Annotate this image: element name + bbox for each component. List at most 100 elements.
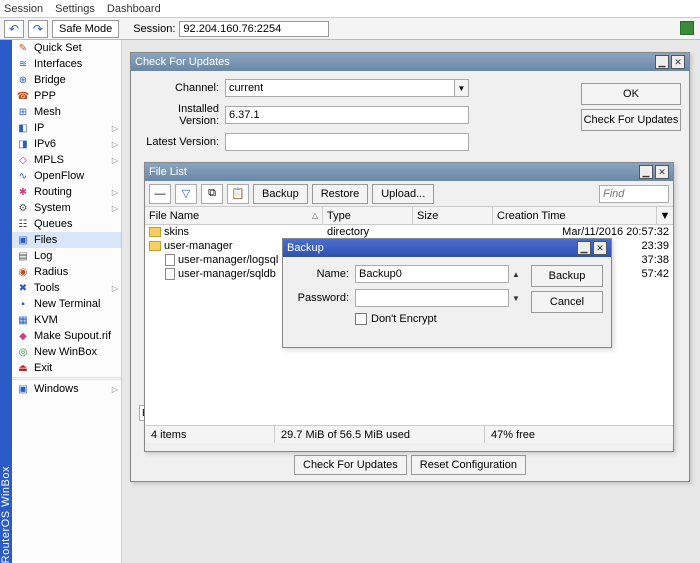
ok-button[interactable]: OK	[581, 83, 681, 105]
upload-button[interactable]: Upload...	[372, 184, 434, 204]
column-type[interactable]: Type	[323, 207, 413, 224]
sidebar-item-label: PPP	[34, 90, 56, 102]
copy-icon[interactable]: ⧉	[201, 184, 223, 204]
menu-settings[interactable]: Settings	[55, 3, 95, 15]
sidebar-item-radius[interactable]: ◉ Radius	[12, 264, 121, 280]
sidebar-item-label: Tools	[34, 282, 60, 294]
sidebar-item-new-winbox[interactable]: ◎New WinBox	[12, 344, 121, 360]
backup-button[interactable]: Backup	[253, 184, 308, 204]
name-input[interactable]	[355, 265, 509, 283]
find-input[interactable]	[599, 185, 669, 203]
window-titlebar[interactable]: Backup ▁ ✕	[283, 239, 611, 257]
reset-configuration-button[interactable]: Reset Configuration	[411, 455, 526, 475]
sidebar-item-tools[interactable]: ✖Tools▷	[12, 280, 121, 296]
sidebar-item-ipv6[interactable]: ◨IPv6▷	[12, 136, 121, 152]
sidebar-icon: ◉	[16, 265, 30, 279]
window-min-icon[interactable]: ▁	[577, 241, 591, 255]
restore-button[interactable]: Restore	[312, 184, 369, 204]
columns-menu-icon[interactable]: ▼	[657, 207, 673, 224]
sidebar-icon: ◇	[16, 153, 30, 167]
undo-button[interactable]: ↶	[4, 20, 24, 38]
sidebar-icon: ⊕	[16, 73, 30, 87]
sidebar-item-openflow[interactable]: ∿OpenFlow	[12, 168, 121, 184]
latest-version-label: Latest Version:	[139, 136, 219, 148]
chevron-right-icon: ▷	[112, 204, 118, 213]
installed-version-label: Installed Version:	[139, 103, 219, 127]
sidebar-item-quick-set[interactable]: ✎Quick Set	[12, 40, 121, 56]
sidebar-item-label: IP	[34, 122, 44, 134]
sidebar-item-make-supout.rif[interactable]: ◆Make Supout.rif	[12, 328, 121, 344]
toolbar: ↶ ↷ Safe Mode Session:	[0, 18, 700, 40]
close-icon[interactable]: ✕	[655, 165, 669, 179]
sidebar-item-label: MPLS	[34, 154, 64, 166]
sidebar-item-label: Make Supout.rif	[34, 330, 111, 342]
sidebar-item-ppp[interactable]: ☎PPP	[12, 88, 121, 104]
sidebar-item-kvm[interactable]: ▦KVM	[12, 312, 121, 328]
sidebar-item-system[interactable]: ⚙System▷	[12, 200, 121, 216]
sidebar-item-label: Log	[34, 250, 52, 262]
close-icon[interactable]: ✕	[671, 55, 685, 69]
cell-type: directory	[323, 226, 413, 238]
status-usage: 29.7 MiB of 56.5 MiB used	[275, 426, 485, 443]
menu-dashboard[interactable]: Dashboard	[107, 3, 161, 15]
sidebar-item-label: Radius	[34, 266, 68, 278]
sidebar: ✎Quick Set≋Interfaces⊕Bridge☎PPP⊞Mesh◧IP…	[12, 40, 122, 563]
expand-down-icon[interactable]: ▼	[509, 294, 523, 303]
window-min-icon[interactable]: ▁	[639, 165, 653, 179]
menu-session[interactable]: Session	[4, 3, 43, 15]
chevron-down-icon[interactable]: ▼	[455, 79, 469, 97]
status-indicator	[680, 21, 694, 35]
redo-button[interactable]: ↷	[28, 20, 48, 38]
chevron-right-icon: ▷	[112, 385, 118, 394]
check-for-updates-button[interactable]: Check For Updates	[581, 109, 681, 131]
sidebar-item-interfaces[interactable]: ≋Interfaces	[12, 56, 121, 72]
sidebar-item-bridge[interactable]: ⊕Bridge	[12, 72, 121, 88]
channel-select[interactable]: current	[225, 79, 455, 97]
sidebar-item-label: IPv6	[34, 138, 56, 150]
latest-version-field	[225, 133, 469, 151]
file-row[interactable]: skinsdirectoryMar/11/2016 20:57:32	[145, 225, 673, 239]
check-for-updates-button-2[interactable]: Check For Updates	[294, 455, 407, 475]
window-titlebar[interactable]: File List ▁ ✕	[145, 163, 673, 181]
file-icon	[165, 254, 175, 266]
sidebar-item-routing[interactable]: ✱Routing▷	[12, 184, 121, 200]
sidebar-item-exit[interactable]: ⏏Exit	[12, 360, 121, 376]
cancel-button[interactable]: Cancel	[531, 291, 603, 313]
folder-icon	[149, 227, 161, 237]
collapse-up-icon[interactable]: ▲	[509, 270, 523, 279]
safe-mode-button[interactable]: Safe Mode	[52, 20, 119, 38]
window-titlebar[interactable]: Check For Updates ▁ ✕	[131, 53, 689, 71]
dont-encrypt-checkbox[interactable]	[355, 313, 367, 325]
sidebar-item-files[interactable]: ▣ Files	[12, 232, 121, 248]
column-time[interactable]: Creation Time	[493, 207, 657, 224]
sidebar-item-label: Files	[34, 234, 57, 246]
close-icon[interactable]: ✕	[593, 241, 607, 255]
sidebar-item-mpls[interactable]: ◇MPLS▷	[12, 152, 121, 168]
window-min-icon[interactable]: ▁	[655, 55, 669, 69]
sidebar-item-queues[interactable]: ☷Queues	[12, 216, 121, 232]
filter-icon[interactable]: ▽	[175, 184, 197, 204]
sidebar-item-mesh[interactable]: ⊞Mesh	[12, 104, 121, 120]
cell-time: Mar/11/2016 20:57:32	[493, 226, 673, 238]
remove-button[interactable]: —	[149, 184, 171, 204]
sidebar-item-label: New Terminal	[34, 298, 100, 310]
sidebar-icon: ▣	[16, 233, 30, 247]
menu-bar: Session Settings Dashboard	[0, 0, 700, 18]
sidebar-item-new-terminal[interactable]: ▪New Terminal	[12, 296, 121, 312]
sidebar-item-windows[interactable]: ▣Windows▷	[12, 381, 121, 397]
chevron-right-icon: ▷	[112, 188, 118, 197]
paste-icon[interactable]: 📋	[227, 184, 249, 204]
chevron-right-icon: ▷	[112, 140, 118, 149]
sidebar-item-log[interactable]: ▤ Log	[12, 248, 121, 264]
app-title-bar: RouterOS WinBox	[0, 40, 12, 563]
column-filename[interactable]: File Name△	[145, 207, 323, 224]
dont-encrypt-label: Don't Encrypt	[371, 313, 437, 325]
password-input[interactable]	[355, 289, 509, 307]
sidebar-item-label: New WinBox	[34, 346, 97, 358]
session-input[interactable]	[179, 21, 329, 37]
chevron-right-icon: ▷	[112, 124, 118, 133]
backup-confirm-button[interactable]: Backup	[531, 265, 603, 287]
column-size[interactable]: Size	[413, 207, 493, 224]
sidebar-icon: ▤	[16, 249, 30, 263]
sidebar-item-ip[interactable]: ◧IP▷	[12, 120, 121, 136]
